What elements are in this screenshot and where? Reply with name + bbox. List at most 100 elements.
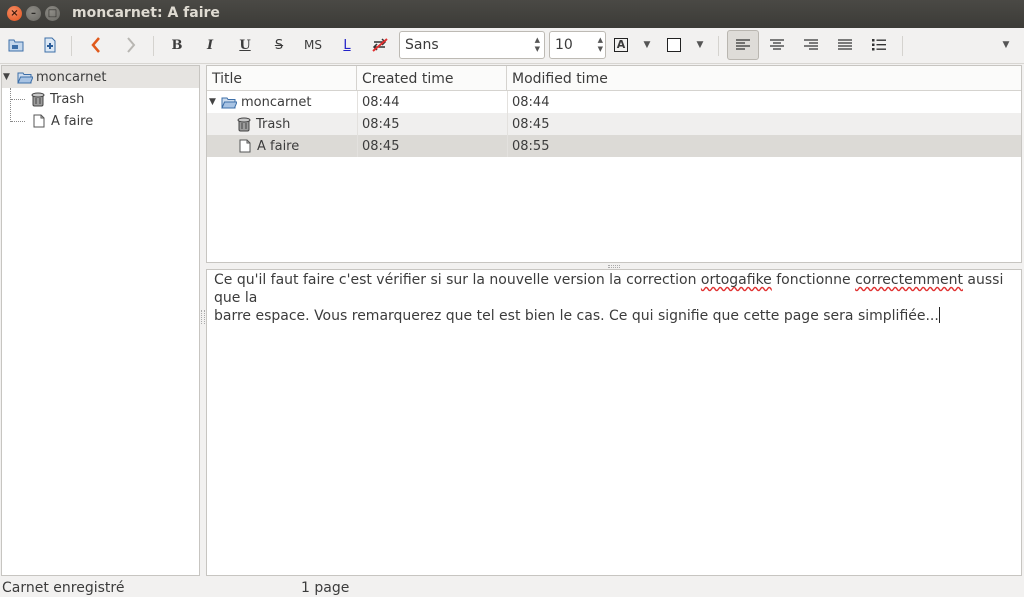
editor-line: barre espace. Vous remarquerez que tel e… <box>214 307 940 324</box>
monospace-label: MS <box>304 38 322 52</box>
tree-item-a-faire[interactable]: A faire <box>2 110 199 132</box>
underline-button[interactable]: U <box>234 30 256 60</box>
tree-item-label: Trash <box>50 91 85 107</box>
align-left-icon <box>736 39 750 50</box>
italic-label: I <box>206 37 214 53</box>
toolbar-overflow-button[interactable]: ▼ <box>998 30 1014 60</box>
notebook-tree: ▼ moncarnet Trash A faire <box>1 65 200 576</box>
italic-button[interactable]: I <box>199 30 221 60</box>
align-justify-icon <box>838 39 852 50</box>
row-title: A faire <box>257 138 300 154</box>
clear-format-button[interactable] <box>369 30 391 60</box>
row-created: 08:45 <box>362 138 400 154</box>
page-editor[interactable]: Ce qu'il faut faire c'est vérifier si su… <box>206 269 1022 576</box>
vertical-splitter[interactable] <box>201 310 205 324</box>
monospace-button[interactable]: MS <box>300 30 326 60</box>
horizontal-splitter[interactable] <box>608 265 620 268</box>
clear-format-icon <box>372 38 388 52</box>
column-header-label: Title <box>212 70 243 87</box>
folder-open-icon <box>17 72 33 83</box>
row-created: 08:44 <box>362 94 400 110</box>
bold-button[interactable]: B <box>166 30 188 60</box>
new-page-icon <box>44 37 56 53</box>
column-header-modified[interactable]: Modified time <box>507 66 1021 91</box>
column-header-label: Modified time <box>512 70 608 87</box>
chevron-right-icon <box>127 37 136 53</box>
chevron-left-icon <box>91 37 100 53</box>
row-title: Trash <box>256 116 291 132</box>
toolbar: B I U S MS L Sans ▲ ▼ 10 ▲ ▼ A ▼ ▼ ▼ <box>0 28 1024 64</box>
text-color-icon: A <box>614 38 628 52</box>
font-size-value: 10 <box>555 37 573 53</box>
close-window-button[interactable]: × <box>7 6 22 21</box>
forward-button[interactable] <box>120 30 142 60</box>
misspelled-word[interactable]: ortogafike <box>701 272 772 288</box>
font-family-select[interactable]: Sans ▲ ▼ <box>399 31 545 59</box>
underline-label: U <box>239 37 251 53</box>
page-list: Title Created time Modified time ▼ monca… <box>206 65 1022 263</box>
maximize-window-button[interactable]: □ <box>45 6 60 21</box>
background-color-button[interactable] <box>665 30 683 60</box>
text-color-dropdown[interactable]: ▼ <box>640 30 654 60</box>
row-modified: 08:55 <box>512 138 550 154</box>
background-color-icon <box>667 38 681 52</box>
bold-label: B <box>171 37 183 53</box>
background-color-dropdown[interactable]: ▼ <box>693 30 707 60</box>
tree-item-label: moncarnet <box>36 69 107 85</box>
status-bar: Carnet enregistré 1 page <box>0 578 1024 597</box>
misspelled-word[interactable]: correctemment <box>855 272 963 288</box>
trash-icon <box>237 117 251 131</box>
row-modified: 08:45 <box>512 116 550 132</box>
link-button[interactable]: L <box>336 30 358 60</box>
align-center-icon <box>770 39 784 50</box>
row-title: moncarnet <box>241 94 312 110</box>
table-row[interactable]: ▼ moncarnet 08:44 08:44 <box>207 91 1021 113</box>
trash-icon <box>31 92 45 106</box>
list-header: Title Created time Modified time <box>207 66 1021 91</box>
table-row[interactable]: Trash 08:45 08:45 <box>207 113 1021 135</box>
text-color-button[interactable]: A <box>612 30 630 60</box>
chevron-down-icon: ▼ <box>696 40 704 50</box>
row-created: 08:45 <box>362 116 400 132</box>
align-left-button[interactable] <box>727 30 759 60</box>
font-size-spinner[interactable]: 10 ▲ ▼ <box>549 31 606 59</box>
bullet-list-icon <box>872 39 886 51</box>
folder-open-icon <box>221 97 237 108</box>
spinner-arrows-icon: ▲ ▼ <box>597 36 603 53</box>
page-icon <box>33 114 45 128</box>
column-header-title[interactable]: Title <box>207 66 357 91</box>
editor-line: Ce qu'il faut faire c'est vérifier si su… <box>214 272 1004 306</box>
link-label: L <box>343 37 351 53</box>
column-header-label: Created time <box>362 70 454 87</box>
page-count: 1 page <box>301 580 350 596</box>
new-notebook-icon <box>8 39 24 52</box>
minimize-window-button[interactable]: – <box>26 6 41 21</box>
tree-item-trash[interactable]: Trash <box>2 88 199 110</box>
align-right-icon <box>804 39 818 50</box>
back-button[interactable] <box>85 30 107 60</box>
tree-item-moncarnet[interactable]: ▼ moncarnet <box>2 66 199 88</box>
window-titlebar: × – □ moncarnet: A faire <box>0 0 1024 28</box>
table-row[interactable]: A faire 08:45 08:55 <box>207 135 1021 157</box>
justify-button[interactable] <box>834 30 856 60</box>
bullet-list-button[interactable] <box>868 30 890 60</box>
align-center-button[interactable] <box>766 30 788 60</box>
new-notebook-button[interactable] <box>5 30 27 60</box>
expander-open-icon: ▼ <box>209 97 216 107</box>
strikethrough-button[interactable]: S <box>268 30 290 60</box>
column-header-created[interactable]: Created time <box>357 66 507 91</box>
expander-open-icon: ▼ <box>3 72 10 82</box>
strikethrough-label: S <box>274 37 284 53</box>
chevron-down-icon: ▼ <box>1002 40 1010 50</box>
window-title: moncarnet: A faire <box>72 5 220 21</box>
page-icon <box>239 139 251 153</box>
new-page-button[interactable] <box>39 30 61 60</box>
text-caret <box>938 307 940 323</box>
font-family-value: Sans <box>405 37 439 53</box>
tree-item-label: A faire <box>51 113 94 129</box>
chevron-down-icon: ▼ <box>643 40 651 50</box>
align-right-button[interactable] <box>800 30 822 60</box>
row-modified: 08:44 <box>512 94 550 110</box>
save-status: Carnet enregistré <box>2 580 125 596</box>
select-arrows-icon: ▲ ▼ <box>534 36 540 53</box>
